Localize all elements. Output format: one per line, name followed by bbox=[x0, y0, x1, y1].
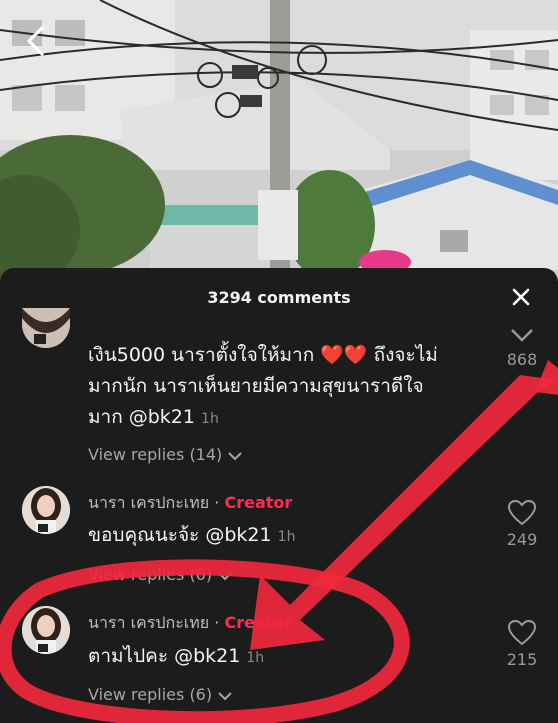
comment-time: 1h bbox=[201, 411, 219, 427]
comment-line: มาก @bk21 1h bbox=[88, 402, 498, 435]
creator-badge: Creator bbox=[224, 613, 293, 632]
separator: · bbox=[209, 613, 225, 632]
like-button[interactable]: 868 bbox=[498, 326, 546, 369]
like-count: 868 bbox=[506, 350, 538, 369]
comment-line: มากนัก นาราเห็นยายมีความสุขนาราดีใจ bbox=[88, 375, 424, 397]
back-button[interactable] bbox=[18, 22, 52, 60]
chevron-down-icon bbox=[511, 329, 533, 342]
like-count: 215 bbox=[506, 650, 538, 669]
chevron-down-icon bbox=[228, 451, 243, 460]
like-button[interactable]: 215 bbox=[498, 620, 546, 669]
like-button[interactable]: 249 bbox=[498, 500, 546, 549]
video-background bbox=[0, 0, 558, 300]
creator-badge: Creator bbox=[224, 493, 293, 512]
view-replies-button[interactable]: View replies (6) bbox=[88, 565, 233, 584]
comment-time: 1h bbox=[277, 529, 296, 545]
view-replies-label: View replies (6) bbox=[88, 565, 213, 584]
avatar[interactable] bbox=[22, 486, 70, 534]
comment-time: 1h bbox=[246, 650, 265, 666]
comment-text: เงิน5000 นาราตั้งใจให้มาก ❤️❤️ ถึงจะไม่ … bbox=[88, 340, 498, 435]
avatar[interactable] bbox=[22, 308, 70, 348]
chevron-left-icon bbox=[27, 26, 44, 56]
comments-sheet: 3294 comments เงิน5000 นาราตั้งใจให้มาก … bbox=[0, 268, 558, 723]
comment-body: ตามไปคะ @bk21 bbox=[88, 645, 241, 667]
comment-text: ตามไปคะ @bk21 1h bbox=[88, 641, 264, 674]
heart-outline-icon bbox=[508, 500, 536, 526]
comment-author[interactable]: นารา เครปกะเทย · Creator bbox=[88, 611, 292, 636]
chevron-down-icon bbox=[218, 571, 232, 580]
chevron-down-icon bbox=[218, 691, 232, 700]
avatar-image bbox=[22, 308, 70, 348]
separator: · bbox=[209, 493, 225, 512]
like-count: 249 bbox=[506, 530, 538, 549]
comment-line: เงิน5000 นาราตั้งใจให้มาก ❤️❤️ ถึงจะไม่ bbox=[88, 344, 438, 366]
comment-body: ขอบคุณนะจ้ะ @bk21 bbox=[88, 524, 272, 546]
avatar-image bbox=[22, 606, 70, 654]
close-icon bbox=[512, 288, 530, 306]
avatar-image bbox=[22, 486, 70, 534]
view-replies-label: View replies (6) bbox=[88, 685, 213, 704]
heart-outline-icon bbox=[508, 620, 536, 646]
view-replies-button[interactable]: View replies (6) bbox=[88, 685, 233, 704]
view-replies-button[interactable]: View replies (14) bbox=[88, 445, 243, 464]
username[interactable]: นารา เครปกะเทย bbox=[88, 613, 209, 632]
comment-author[interactable]: นารา เครปกะเทย · Creator bbox=[88, 491, 292, 516]
avatar[interactable] bbox=[22, 606, 70, 654]
view-replies-label: View replies (14) bbox=[88, 445, 223, 464]
street-scene-image bbox=[0, 0, 558, 300]
comment-text: ขอบคุณนะจ้ะ @bk21 1h bbox=[88, 520, 295, 553]
comment-count: 3294 comments bbox=[207, 288, 351, 307]
username[interactable]: นารา เครปกะเทย bbox=[88, 493, 209, 512]
close-button[interactable] bbox=[510, 286, 532, 308]
comment-line-text: มาก @bk21 bbox=[88, 406, 195, 428]
